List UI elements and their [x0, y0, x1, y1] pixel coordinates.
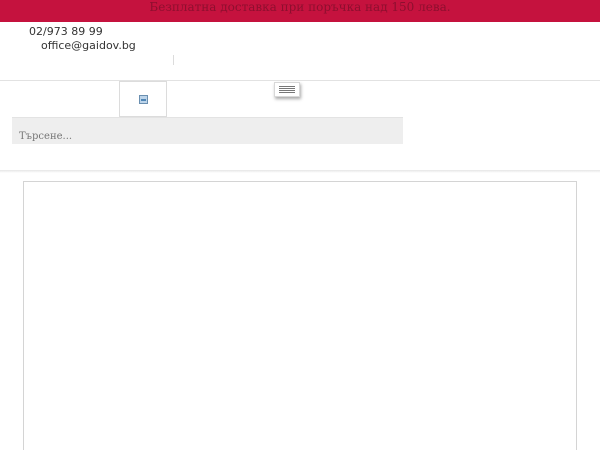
header-divider [0, 80, 600, 81]
header-shadow [0, 170, 600, 173]
hamburger-menu-icon [279, 86, 295, 87]
contact-email[interactable]: office@gaidov.bg [41, 39, 136, 52]
search-input[interactable] [12, 118, 403, 144]
hamburger-line [279, 90, 295, 91]
content-frame [23, 181, 577, 450]
contact-phone[interactable]: 02/973 89 99 [29, 25, 103, 38]
promo-text: Безплатна доставка при поръчка над 150 л… [149, 0, 451, 14]
menu-toggle-button[interactable] [274, 82, 300, 97]
hamburger-line [279, 92, 295, 93]
site-logo[interactable] [119, 81, 167, 117]
broken-image-icon [138, 94, 148, 104]
search-bar [12, 117, 403, 144]
hamburger-line [279, 88, 295, 89]
promo-banner: Безплатна доставка при поръчка над 150 л… [0, 0, 600, 22]
divider [173, 55, 174, 65]
